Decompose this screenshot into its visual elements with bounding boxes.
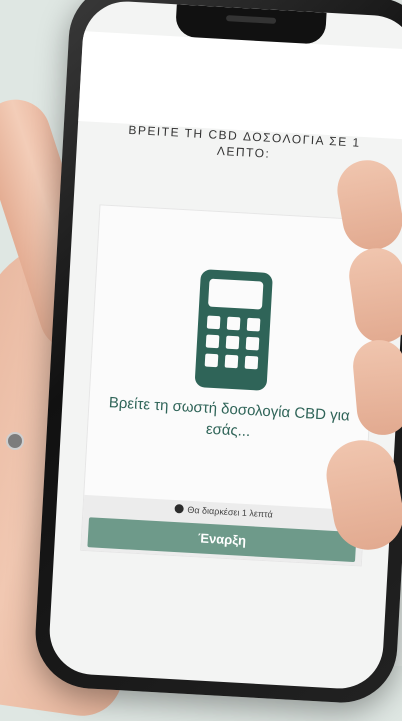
smartphone: ΒΡΕΙΤΕ ΤΗ CBD ΔΟΣΟΛΟΓΙΑ ΣΕ 1 ΛΕΠΤΟ: Βρεί… — [32, 0, 402, 706]
floating-widget-icon[interactable] — [6, 432, 24, 450]
quiz-lead-text: Βρείτε τη σωστή δοσολογία CBD για εσάς..… — [108, 394, 351, 441]
start-button[interactable]: Έναρξη — [87, 517, 357, 563]
quiz-footer: Θα διαρκέσει 1 λεπτά Έναρξη — [81, 494, 364, 566]
speaker-icon — [225, 15, 277, 24]
clock-icon — [174, 503, 184, 514]
calculator-icon — [194, 269, 273, 391]
phone-screen: ΒΡΕΙΤΕ ΤΗ CBD ΔΟΣΟΛΟΓΙΑ ΣΕ 1 ΛΕΠΤΟ: Βρεί… — [47, 0, 402, 691]
duration-text: Θα διαρκέσει 1 λεπτά — [187, 504, 274, 520]
